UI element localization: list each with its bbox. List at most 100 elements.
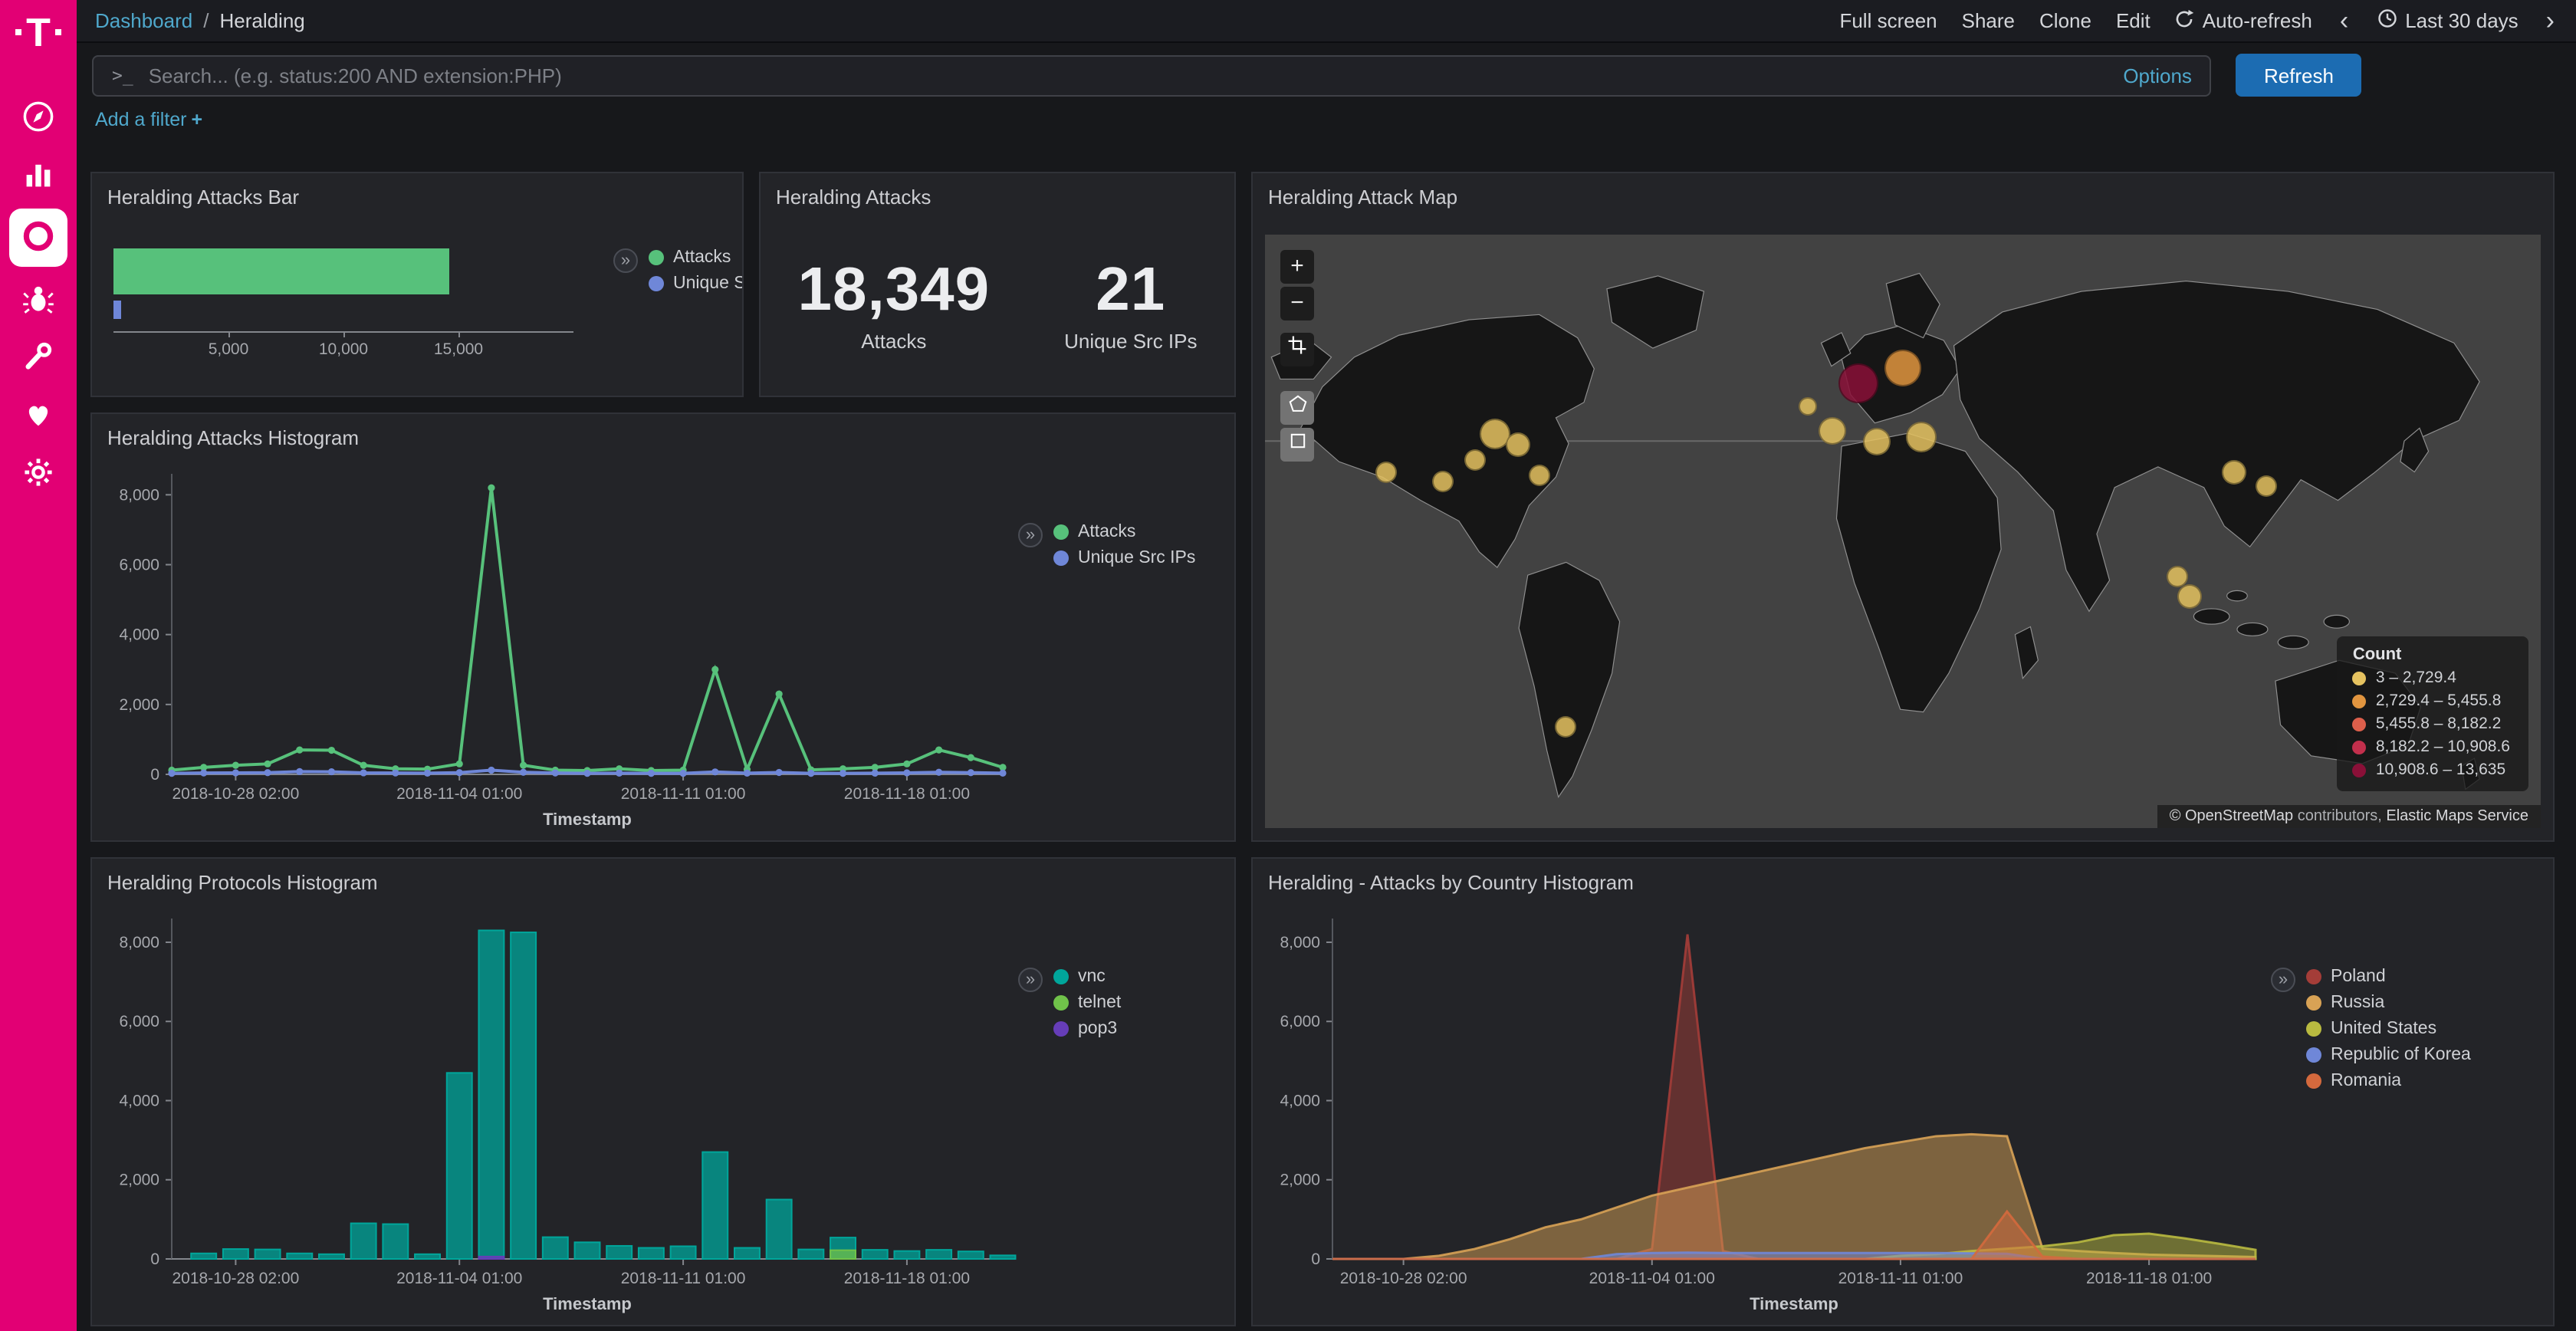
fullscreen-button[interactable]: Full screen bbox=[1839, 9, 1937, 32]
map-marker[interactable] bbox=[1529, 464, 1550, 485]
draw-polygon-button[interactable] bbox=[1280, 391, 1314, 425]
breadcrumb: Dashboard / Heralding bbox=[95, 9, 305, 32]
map-marker[interactable] bbox=[2167, 565, 2188, 587]
search-input[interactable] bbox=[149, 64, 2108, 87]
map-marker[interactable] bbox=[2223, 460, 2247, 485]
map-marker[interactable] bbox=[2177, 584, 2202, 609]
sidebar-item-dashboard[interactable] bbox=[9, 209, 67, 267]
map-marker[interactable] bbox=[2256, 476, 2277, 498]
protocols-histogram-chart[interactable]: 02,0004,0006,0008,0002018-10-28 02:00201… bbox=[98, 900, 1018, 1323]
map-legend-item[interactable]: 5,455.8 – 8,182.2 bbox=[2353, 715, 2510, 733]
legend-item[interactable]: Poland bbox=[2306, 968, 2471, 986]
sidebar-item-bug[interactable] bbox=[9, 273, 67, 325]
map-marker[interactable] bbox=[1505, 433, 1530, 458]
clone-button[interactable]: Clone bbox=[2039, 9, 2091, 32]
attribution-text: contributors, bbox=[2293, 808, 2386, 825]
map-marker[interactable] bbox=[1798, 397, 1816, 416]
map-legend-label: 10,908.6 – 13,635 bbox=[2376, 761, 2505, 779]
map-legend-item[interactable]: 3 – 2,729.4 bbox=[2353, 669, 2510, 687]
sidebar-item-devtools[interactable] bbox=[9, 331, 67, 383]
map-marker[interactable] bbox=[1884, 350, 1921, 386]
legend-label: Romania bbox=[2331, 1072, 2401, 1090]
x-tick bbox=[228, 331, 230, 337]
svg-text:2018-11-11 01:00: 2018-11-11 01:00 bbox=[621, 785, 746, 803]
svg-text:0: 0 bbox=[150, 1250, 159, 1268]
edit-button[interactable]: Edit bbox=[2116, 9, 2150, 32]
time-back-button[interactable]: ‹ bbox=[2337, 8, 2351, 34]
fit-bounds-button[interactable] bbox=[1280, 333, 1314, 366]
svg-text:6,000: 6,000 bbox=[1280, 1013, 1320, 1030]
sidebar-item-monitoring[interactable] bbox=[9, 389, 67, 442]
breadcrumb-dashboard-link[interactable]: Dashboard bbox=[95, 9, 192, 32]
map-marker[interactable] bbox=[1907, 421, 1937, 452]
svg-text:2018-11-04 01:00: 2018-11-04 01:00 bbox=[1589, 1270, 1715, 1287]
legend-item[interactable]: telnet bbox=[1053, 994, 1121, 1012]
map-marker[interactable] bbox=[1554, 716, 1576, 738]
query-options-link[interactable]: Options bbox=[2123, 64, 2192, 87]
legend-dot bbox=[2306, 1021, 2321, 1037]
time-forward-button[interactable]: › bbox=[2543, 8, 2558, 34]
sidebar-item-visualize[interactable] bbox=[9, 150, 67, 202]
attacks-histogram-chart[interactable]: 02,0004,0006,0008,0002018-10-28 02:00201… bbox=[98, 455, 1018, 839]
plus-icon: + bbox=[192, 109, 203, 130]
legend-item[interactable]: Attacks bbox=[649, 248, 744, 267]
map-legend-item[interactable]: 10,908.6 – 13,635 bbox=[2353, 761, 2510, 779]
legend-toggle[interactable]: » bbox=[1018, 523, 1043, 547]
map-marker[interactable] bbox=[1819, 416, 1846, 444]
attacks-bar-chart[interactable]: 5,00010,00015,000 bbox=[113, 224, 573, 377]
legend-item[interactable]: vnc bbox=[1053, 968, 1121, 986]
sidebar-item-management[interactable] bbox=[9, 448, 67, 500]
svg-text:Timestamp: Timestamp bbox=[543, 1294, 632, 1313]
map-marker[interactable] bbox=[1375, 462, 1397, 483]
legend-item[interactable]: Attacks bbox=[1053, 523, 1195, 541]
sidebar: T bbox=[0, 0, 77, 1331]
ems-attribution[interactable]: Elastic Maps Service bbox=[2386, 808, 2528, 825]
refresh-cycle-icon bbox=[2175, 8, 2195, 33]
map-marker[interactable] bbox=[1838, 363, 1878, 403]
share-button[interactable]: Share bbox=[1962, 9, 2015, 32]
map-legend-item[interactable]: 8,182.2 – 10,908.6 bbox=[2353, 738, 2510, 756]
country-histogram-chart[interactable]: 02,0004,0006,0008,0002018-10-28 02:00201… bbox=[1259, 900, 2271, 1323]
legend-toggle[interactable]: » bbox=[1018, 968, 1043, 992]
legend-label: Unique Src IPs bbox=[1078, 549, 1195, 567]
legend-item[interactable]: Russia bbox=[2306, 994, 2471, 1012]
map-legend-dot bbox=[2353, 717, 2367, 731]
map-marker[interactable] bbox=[1864, 429, 1891, 456]
hbar-unique-src-ips[interactable] bbox=[113, 301, 120, 319]
sidebar-item-discover[interactable] bbox=[9, 92, 67, 144]
panel-protocols-histogram: Heralding Protocols Histogram 02,0004,00… bbox=[90, 857, 1236, 1326]
zoom-out-button[interactable]: − bbox=[1280, 287, 1314, 320]
svg-text:8,000: 8,000 bbox=[119, 486, 159, 504]
draw-rectangle-button[interactable] bbox=[1280, 428, 1314, 462]
telekom-logo[interactable]: T bbox=[15, 12, 61, 52]
legend-item[interactable]: Unique Src IPs bbox=[1053, 549, 1195, 567]
map-marker[interactable] bbox=[1465, 449, 1487, 471]
svg-text:8,000: 8,000 bbox=[119, 934, 159, 951]
map-legend-item[interactable]: 2,729.4 – 5,455.8 bbox=[2353, 692, 2510, 710]
legend-dot bbox=[649, 276, 664, 291]
hbar-attacks[interactable] bbox=[113, 248, 449, 294]
crop-icon bbox=[1286, 334, 1308, 365]
zoom-in-button[interactable]: + bbox=[1280, 250, 1314, 284]
legend-toggle[interactable]: » bbox=[613, 248, 638, 273]
logo-dot bbox=[55, 29, 61, 35]
auto-refresh-button[interactable]: Auto-refresh bbox=[2175, 8, 2312, 33]
dashboard-grid: Heralding Attacks Bar 5,00010,00015,000 … bbox=[77, 143, 2576, 1331]
legend-item[interactable]: United States bbox=[2306, 1020, 2471, 1038]
legend-toggle[interactable]: » bbox=[2271, 968, 2295, 992]
legend-item[interactable]: Unique Src IPs bbox=[649, 274, 744, 293]
legend-item[interactable]: Romania bbox=[2306, 1072, 2471, 1090]
refresh-button[interactable]: Refresh bbox=[2236, 54, 2361, 97]
legend-item[interactable]: Republic of Korea bbox=[2306, 1046, 2471, 1064]
add-filter-link[interactable]: Add a filter+ bbox=[95, 109, 202, 130]
polygon-icon bbox=[1286, 392, 1309, 424]
x-tick-label: 10,000 bbox=[319, 340, 368, 359]
map-marker[interactable] bbox=[1433, 470, 1454, 491]
svg-text:0: 0 bbox=[1311, 1250, 1320, 1268]
search-bar: >_ Options bbox=[92, 54, 2212, 96]
svg-text:2018-10-28 02:00: 2018-10-28 02:00 bbox=[1340, 1270, 1467, 1287]
osm-attribution[interactable]: © OpenStreetMap bbox=[2170, 808, 2294, 825]
time-range-button[interactable]: Last 30 days bbox=[2376, 8, 2518, 34]
legend-item[interactable]: pop3 bbox=[1053, 1020, 1121, 1038]
world-map[interactable]: + − Count 3 – 2,729.42,729.4 – 5,455.85,… bbox=[1265, 235, 2541, 828]
